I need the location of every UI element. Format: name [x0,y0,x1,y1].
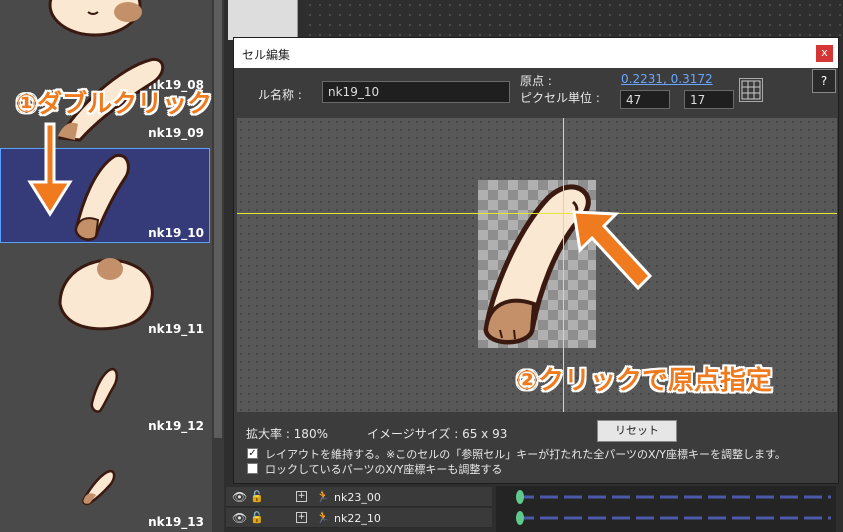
cell-label: nk19_13 [148,515,204,529]
close-button[interactable]: x [816,45,833,62]
annotation-step2: ②クリックで原点指定 [516,366,773,396]
annotation-step1: ①ダブルクリック [16,89,213,118]
keyframe-track [516,490,831,525]
cell-item-nk19-11[interactable]: nk19_11 [0,244,210,339]
unlock-icon[interactable]: 🔓 [250,490,264,503]
help-button[interactable]: ? [812,69,836,93]
origin-label: 原点 : [520,74,552,88]
adjust-locked-label: ロックしているパーツのX/Y座標キーも調整する [265,463,503,476]
up-left-arrow-icon [572,210,653,291]
cell-name-field[interactable] [322,81,510,103]
reset-button[interactable]: リセット [597,420,677,442]
adjust-locked-checkbox[interactable] [247,463,258,474]
timeline-grid [305,0,843,38]
scrollbar-thumb[interactable] [214,0,222,438]
cell-label: nk19_10 [148,226,204,240]
dialog-title: セル編集 [242,48,291,62]
pixel-x-field[interactable] [620,90,670,109]
dialog-titlebar: セル編集 x [234,38,838,68]
part-icon: 🏃 [316,511,330,524]
grid-icon [741,80,761,100]
pixel-y-field[interactable] [684,90,734,109]
expand-icon[interactable]: + [296,512,307,523]
keep-layout-checkbox[interactable]: ✓ [247,448,258,459]
zoom-ratio-text: 拡大率 : 180% [246,427,328,441]
pixel-unit-label: ピクセル単位 : [520,91,600,105]
layer-name: nk23_00 [334,491,381,504]
part-icon: 🏃 [316,490,330,503]
unlock-icon[interactable]: 🔓 [250,511,264,524]
cell-edit-dialog: セル編集 x ル名称 : 原点 : 0.2231, 0.3172 ピクセル単位 … [233,37,839,484]
cell-item-nk19-12[interactable]: nk19_12 [0,341,210,436]
cell-label: nk19_11 [148,322,204,336]
eye-icon[interactable]: 👁 [232,490,247,504]
cell-list-scrollbar[interactable] [212,0,224,532]
origin-crosshair-horizontal [237,213,837,214]
layer-row[interactable]: 👁 🔓 + 🏃 nk22_10 [226,508,492,528]
cell-list-panel: nk19_08 nk19_09 nk19_10 nk19_11 nk19_12 [0,0,212,532]
image-size-text: イメージサイズ : 65 x 93 [367,427,508,441]
layer-name: nk22_10 [334,512,381,525]
layer-row[interactable]: 👁 🔓 + 🏃 nk23_00 [226,487,492,507]
keep-layout-label: レイアウトを維持する。※このセルの「参照セル」キーが打たれた全パーツのX/Y座標… [265,448,786,461]
grid-toggle-button[interactable] [739,78,763,102]
preview-thumbnail [228,0,298,40]
down-arrow-icon [27,122,73,217]
origin-value-link[interactable]: 0.2231, 0.3172 [621,72,713,86]
expand-icon[interactable]: + [296,491,307,502]
timeline-keyframes[interactable] [496,486,836,532]
cell-label: nk19_09 [148,126,204,140]
eye-icon[interactable]: 👁 [232,511,247,525]
cell-item-nk19-13[interactable]: nk19_13 [0,437,210,532]
cell-label: nk19_12 [148,419,204,433]
cell-name-label: ル名称 : [258,88,302,102]
